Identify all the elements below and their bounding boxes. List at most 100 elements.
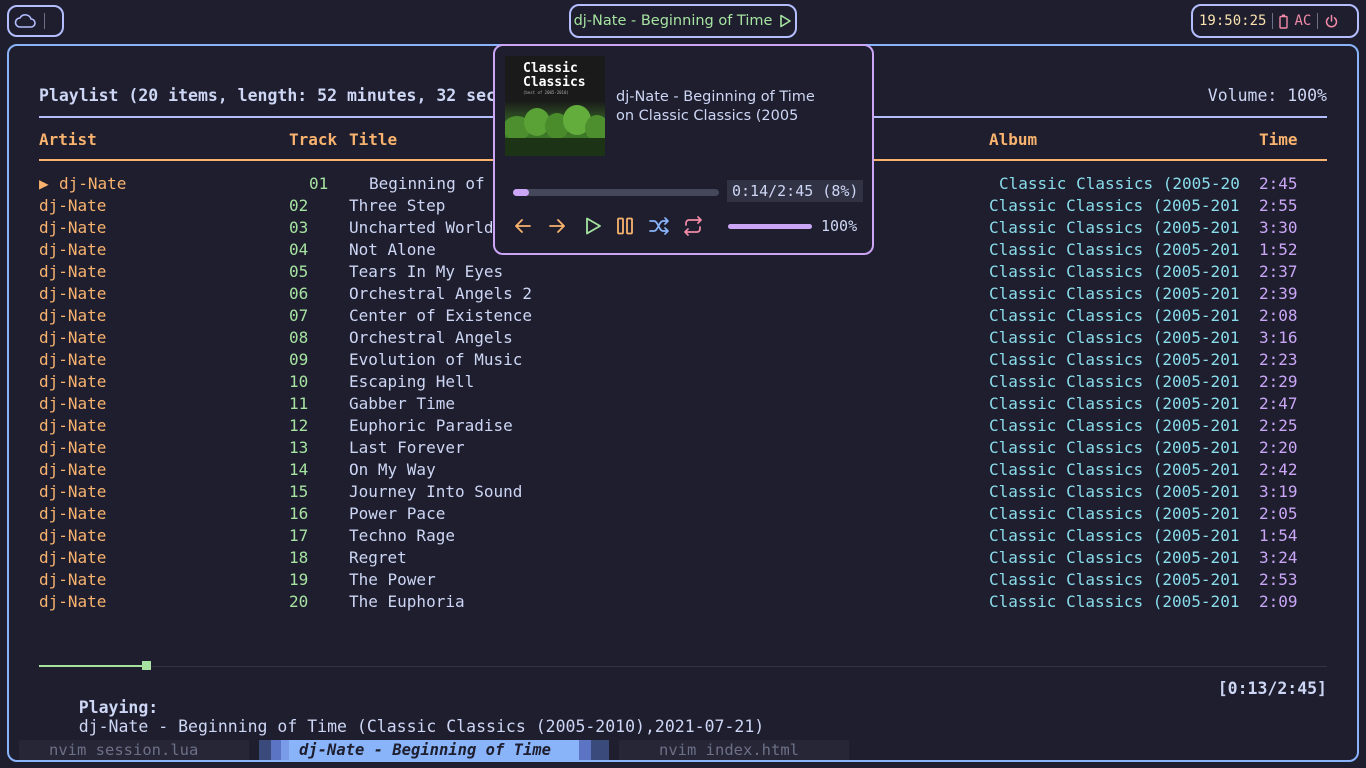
column-title[interactable]: Title xyxy=(349,129,397,151)
time-cell: 2:53 xyxy=(1259,570,1298,589)
table-row[interactable]: dj-Nate 13 Last Forever Classic Classics (2… xyxy=(9,437,1357,459)
track-cell: 14 xyxy=(289,460,309,479)
album-cell: Classic Classics (2005-201 xyxy=(989,218,1240,237)
title-cell: Orchestral Angels 2 xyxy=(349,284,533,303)
title-cell: Euphoric Paradise xyxy=(349,416,513,435)
album-cell: Classic Classics (2005-201 xyxy=(989,438,1240,457)
playing-text: dj-Nate - Beginning of Time (Classic Cla… xyxy=(78,717,765,736)
track-cell: 10 xyxy=(289,372,309,391)
column-time[interactable]: Time xyxy=(1259,129,1298,151)
column-track[interactable]: Track xyxy=(289,129,337,151)
separator xyxy=(1272,13,1274,29)
artist-cell: dj-Nate xyxy=(39,350,107,369)
table-row[interactable]: dj-Nate 05 Tears In My Eyes Classic Classic… xyxy=(9,261,1357,283)
album-cell: Classic Classics (2005-201 xyxy=(989,350,1240,369)
arrow-left-icon[interactable] xyxy=(513,216,533,236)
title-cell: Regret xyxy=(349,548,407,567)
track-cell: 01 xyxy=(309,174,329,193)
table-row[interactable]: dj-Nate 12 Euphoric Paradise Classic Classi… xyxy=(9,415,1357,437)
media-popup: Classic Classics (best of 2005-2010) dj-… xyxy=(493,44,874,255)
seek-progress[interactable] xyxy=(39,665,143,667)
popup-progress-track[interactable] xyxy=(513,189,719,196)
title-cell: On My Way xyxy=(349,460,436,479)
time-cell: 2:42 xyxy=(1259,460,1298,479)
column-album[interactable]: Album xyxy=(989,129,1037,151)
current-track-marker: ▶ xyxy=(39,174,49,193)
title-cell: Evolution of Music xyxy=(349,350,523,369)
table-row[interactable]: dj-Nate 07 Center of Existence Classic Clas… xyxy=(9,305,1357,327)
tab-player[interactable]: dj-Nate - Beginning of Time xyxy=(259,740,609,760)
artist-cell: dj-Nate xyxy=(39,394,107,413)
artist-cell: dj-Nate xyxy=(39,306,107,325)
track-cell: 08 xyxy=(289,328,309,347)
power-icon[interactable] xyxy=(1324,14,1339,29)
table-row[interactable]: dj-Nate 09 Evolution of Music Classic Class… xyxy=(9,349,1357,371)
time-cell: 3:16 xyxy=(1259,328,1298,347)
title-cell: Gabber Time xyxy=(349,394,455,413)
table-row[interactable]: dj-Nate 15 Journey Into Sound Classic Class… xyxy=(9,481,1357,503)
table-row[interactable]: dj-Nate 10 Escaping Hell Classic Classics (… xyxy=(9,371,1357,393)
play-icon[interactable] xyxy=(778,14,792,28)
artist-cell: dj-Nate xyxy=(39,284,107,303)
system-tray: 19:50:25 AC xyxy=(1191,4,1359,38)
album-cell: Classic Classics (2005-201 xyxy=(989,460,1240,479)
table-row[interactable]: dj-Nate 08 Orchestral Angels Classic Classi… xyxy=(9,327,1357,349)
time-cell: 2:37 xyxy=(1259,262,1298,281)
clock: 19:50:25 xyxy=(1199,13,1267,29)
album-cell: Classic Classics (2005-201 xyxy=(989,570,1240,589)
album-cell: Classic Classics (2005-201 xyxy=(989,328,1240,347)
artist-cell: dj-Nate xyxy=(39,196,107,215)
cloud-icon xyxy=(14,14,36,28)
artist-cell: dj-Nate xyxy=(39,372,107,391)
album-cover: Classic Classics (best of 2005-2010) xyxy=(505,56,605,156)
title-cell: Center of Existence xyxy=(349,306,533,325)
artist-cell: dj-Nate xyxy=(39,570,107,589)
time-cell: 2:05 xyxy=(1259,504,1298,523)
track-cell: 09 xyxy=(289,350,309,369)
table-row[interactable]: dj-Nate 19 The Power Classic Classics (2005… xyxy=(9,569,1357,591)
table-row[interactable]: dj-Nate 16 Power Pace Classic Classics (200… xyxy=(9,503,1357,525)
title-cell: Journey Into Sound xyxy=(349,482,523,501)
tab-nvim-index[interactable]: nvim index.html xyxy=(619,740,849,760)
repeat-icon[interactable] xyxy=(682,216,704,236)
album-cell: Classic Classics (2005-201 xyxy=(989,196,1240,215)
artist-cell: dj-Nate xyxy=(39,240,107,259)
album-cell: Classic Classics (2005-201 xyxy=(989,416,1240,435)
time-cell: 2:23 xyxy=(1259,350,1298,369)
table-row[interactable]: dj-Nate 06 Orchestral Angels 2 Classic Clas… xyxy=(9,283,1357,305)
time-cell: 3:30 xyxy=(1259,218,1298,237)
album-cell: Classic Classics (2005-201 xyxy=(989,306,1240,325)
arrow-right-icon[interactable] xyxy=(547,216,567,236)
now-playing-widget[interactable]: dj-Nate - Beginning of Time xyxy=(569,4,797,38)
time-cell: 2:08 xyxy=(1259,306,1298,325)
tab-label: nvim session.lua xyxy=(49,741,199,759)
artist-cell: dj-Nate xyxy=(39,526,107,545)
play-icon[interactable] xyxy=(583,216,603,236)
workspace-widget[interactable] xyxy=(7,5,64,37)
artist-cell: dj-Nate xyxy=(59,174,127,193)
time-cell: 1:54 xyxy=(1259,526,1298,545)
table-row[interactable]: dj-Nate 18 Regret Classic Classics (2005-20… xyxy=(9,547,1357,569)
table-row[interactable]: dj-Nate 20 The Euphoria Classic Classics (2… xyxy=(9,591,1357,613)
playlist-header: Playlist (20 items, length: 52 minutes, … xyxy=(39,86,546,105)
table-row[interactable]: dj-Nate 14 On My Way Classic Classics (2005… xyxy=(9,459,1357,481)
album-cell: Classic Classics (2005-201 xyxy=(989,240,1240,259)
time-cell: 2:55 xyxy=(1259,196,1298,215)
tab-nvim-session[interactable]: nvim session.lua xyxy=(19,740,249,760)
shuffle-icon[interactable] xyxy=(648,216,670,236)
pause-icon[interactable] xyxy=(615,216,635,236)
table-row[interactable]: dj-Nate 17 Techno Rage Classic Classics (20… xyxy=(9,525,1357,547)
volume-indicator: Volume: 100% xyxy=(1207,86,1327,105)
progress-track xyxy=(39,666,1327,667)
column-artist[interactable]: Artist xyxy=(39,129,97,151)
tab-label: nvim index.html xyxy=(659,741,799,759)
album-cell: Classic Classics (2005-201 xyxy=(989,284,1240,303)
album-cell: Classic Classics (2005-201 xyxy=(989,394,1240,413)
time-cell: 2:25 xyxy=(1259,416,1298,435)
table-row[interactable]: dj-Nate 11 Gabber Time Classic Classics (20… xyxy=(9,393,1357,415)
seek-handle[interactable] xyxy=(142,661,152,670)
volume-slider[interactable] xyxy=(728,224,812,229)
battery-label: AC xyxy=(1294,13,1312,29)
track-cell: 06 xyxy=(289,284,309,303)
playing-label: Playing: xyxy=(78,698,159,717)
